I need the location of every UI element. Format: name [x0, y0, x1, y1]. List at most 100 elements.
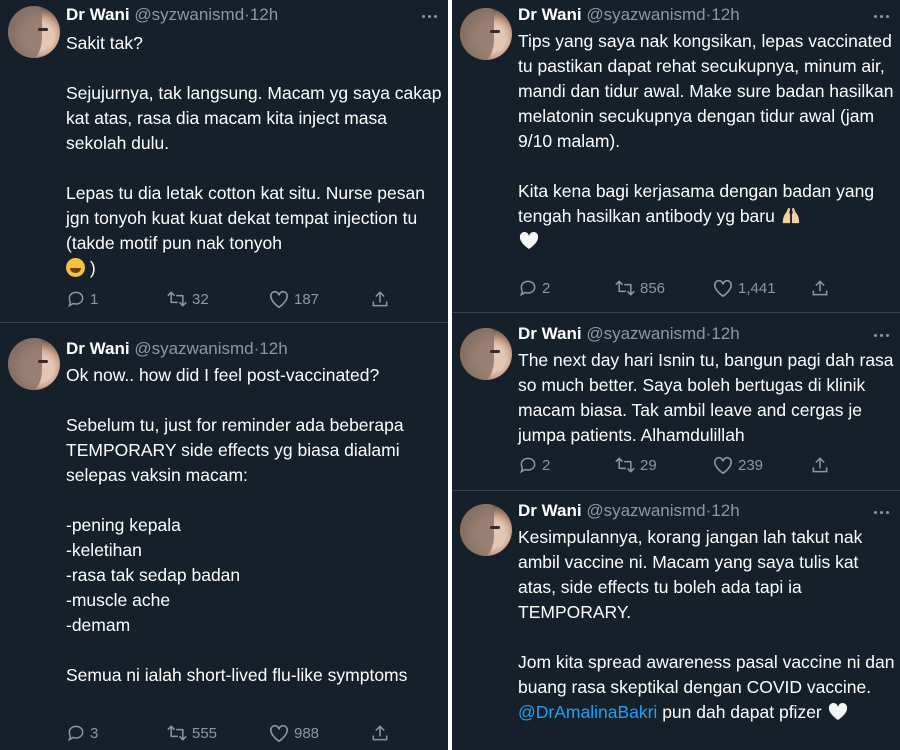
tweet-4[interactable]: Dr Wani @syazwanismd·12h The next day ha… — [452, 318, 900, 488]
tweet-text: The next day hari Isnin tu, bangun pagi … — [518, 350, 899, 445]
avatar[interactable] — [8, 6, 60, 58]
tweet-3[interactable]: Dr Wani @syazwanismd·12h Tips yang saya … — [452, 0, 900, 312]
avatar[interactable] — [460, 328, 512, 380]
heart-icon — [270, 290, 288, 309]
avatar[interactable] — [460, 504, 512, 556]
right-column: Dr Wani @syazwanismd·12h Tips yang saya … — [452, 0, 900, 750]
heart-icon — [714, 456, 732, 475]
retweet-button[interactable]: 555 — [166, 723, 217, 743]
like-count: 988 — [294, 724, 320, 742]
display-name[interactable]: Dr Wani — [66, 5, 130, 24]
like-button[interactable]: 1,441 — [712, 278, 776, 298]
tweet-actions: 2 856 1,441 — [518, 277, 838, 299]
share-icon — [372, 725, 388, 741]
handle[interactable]: @syazwanismd — [586, 501, 705, 520]
tweet-divider — [0, 322, 448, 323]
reply-icon — [68, 725, 84, 742]
tweet-body: Tips yang saya nak kongsikan, lepas vacc… — [518, 31, 894, 226]
raising-hands-icon — [782, 207, 799, 224]
tweet-text-end: ) — [89, 258, 96, 278]
more-options-icon[interactable] — [870, 505, 892, 519]
reply-button[interactable]: 2 — [518, 278, 550, 298]
display-name[interactable]: Dr Wani — [66, 339, 130, 358]
like-button[interactable]: 187 — [268, 289, 319, 309]
like-count: 187 — [294, 290, 320, 308]
like-count: 239 — [738, 456, 764, 474]
face-with-tears-of-joy-icon — [66, 258, 85, 277]
mention-link[interactable]: @DrAmalinaBakri — [518, 702, 657, 722]
left-column: Dr Wani @syzwanismd·12h Sakit tak? Sejuj… — [0, 0, 448, 750]
tweet-5[interactable]: Dr Wani @syazwanismd·12h Kesimpulannya, … — [452, 494, 900, 750]
timestamp[interactable]: 12h — [259, 339, 287, 358]
display-name[interactable]: Dr Wani — [518, 324, 582, 343]
timestamp[interactable]: 12h — [711, 324, 739, 343]
reply-count: 2 — [542, 279, 551, 297]
heart-icon — [714, 279, 732, 298]
tweet-header: Dr Wani @syazwanismd·12h — [66, 338, 288, 360]
tweet-header: Dr Wani @syazwanismd·12h — [518, 4, 740, 26]
timestamp[interactable]: 12h — [711, 5, 739, 24]
tweet-actions: 2 29 239 — [518, 454, 838, 476]
handle[interactable]: @syazwanismd — [586, 5, 705, 24]
timestamp[interactable]: 12h — [250, 5, 278, 24]
retweet-button[interactable]: 32 — [166, 289, 209, 309]
retweet-count: 29 — [640, 456, 657, 474]
timestamp[interactable]: 12h — [711, 501, 739, 520]
tweet-divider — [452, 490, 900, 491]
tweet-body: Sakit tak? Sejujurnya, tak langsung. Mac… — [66, 33, 442, 253]
like-button[interactable]: 988 — [268, 723, 319, 743]
tweet-actions: 1 32 187 — [66, 288, 388, 310]
retweet-icon — [615, 280, 635, 296]
retweet-count: 555 — [192, 724, 218, 742]
share-button[interactable] — [370, 723, 390, 743]
avatar[interactable] — [8, 338, 60, 390]
reply-button[interactable]: 3 — [66, 723, 98, 743]
handle[interactable]: @syazwanismd — [134, 339, 253, 358]
like-button[interactable]: 239 — [712, 455, 763, 475]
handle[interactable]: @syazwanismd — [586, 324, 705, 343]
retweet-count: 856 — [640, 279, 666, 297]
share-button[interactable] — [810, 278, 830, 298]
display-name[interactable]: Dr Wani — [518, 5, 582, 24]
retweet-icon — [615, 457, 635, 473]
reply-count: 2 — [542, 456, 551, 474]
reply-icon — [68, 291, 84, 308]
retweet-button[interactable]: 856 — [614, 278, 665, 298]
retweet-button[interactable]: 29 — [614, 455, 657, 475]
tweet-2[interactable]: Dr Wani @syazwanismd·12h Ok now.. how di… — [0, 326, 448, 750]
reply-icon — [520, 457, 536, 474]
white-heart-icon — [519, 231, 539, 250]
display-name[interactable]: Dr Wani — [518, 501, 582, 520]
tweet-body: Kesimpulannya, korang jangan lah takut n… — [518, 527, 895, 697]
reply-icon — [520, 280, 536, 297]
retweet-icon — [167, 291, 187, 307]
share-icon — [372, 291, 388, 307]
tweet-text-after: pun dah dapat pfizer — [657, 702, 827, 722]
share-icon — [812, 280, 828, 296]
reply-count: 3 — [90, 724, 99, 742]
tweet-header: Dr Wani @syazwanismd·12h — [518, 323, 740, 345]
share-button[interactable] — [370, 289, 390, 309]
retweet-icon — [167, 725, 187, 741]
tweet-1[interactable]: Dr Wani @syzwanismd·12h Sakit tak? Sejuj… — [0, 0, 448, 322]
tweet-divider — [452, 312, 900, 313]
tweet-header: Dr Wani @syzwanismd·12h — [66, 4, 278, 26]
retweet-count: 32 — [192, 290, 209, 308]
tweet-actions: 3 555 988 — [66, 722, 388, 744]
more-options-icon[interactable] — [418, 9, 440, 23]
more-options-icon[interactable] — [870, 9, 892, 23]
more-options-icon[interactable] — [870, 328, 892, 342]
heart-icon — [270, 724, 288, 743]
avatar[interactable] — [460, 8, 512, 60]
tweet-text: Kesimpulannya, korang jangan lah takut n… — [518, 525, 896, 725]
white-heart-icon — [828, 702, 847, 721]
share-button[interactable] — [810, 455, 830, 475]
reply-button[interactable]: 1 — [66, 289, 98, 309]
reply-count: 1 — [90, 290, 99, 308]
reply-button[interactable]: 2 — [518, 455, 550, 475]
handle[interactable]: @syzwanismd — [134, 5, 244, 24]
tweet-text: Tips yang saya nak kongsikan, lepas vacc… — [518, 29, 896, 254]
share-icon — [812, 457, 828, 473]
tweet-header: Dr Wani @syazwanismd·12h — [518, 500, 740, 522]
like-count: 1,441 — [738, 279, 776, 297]
